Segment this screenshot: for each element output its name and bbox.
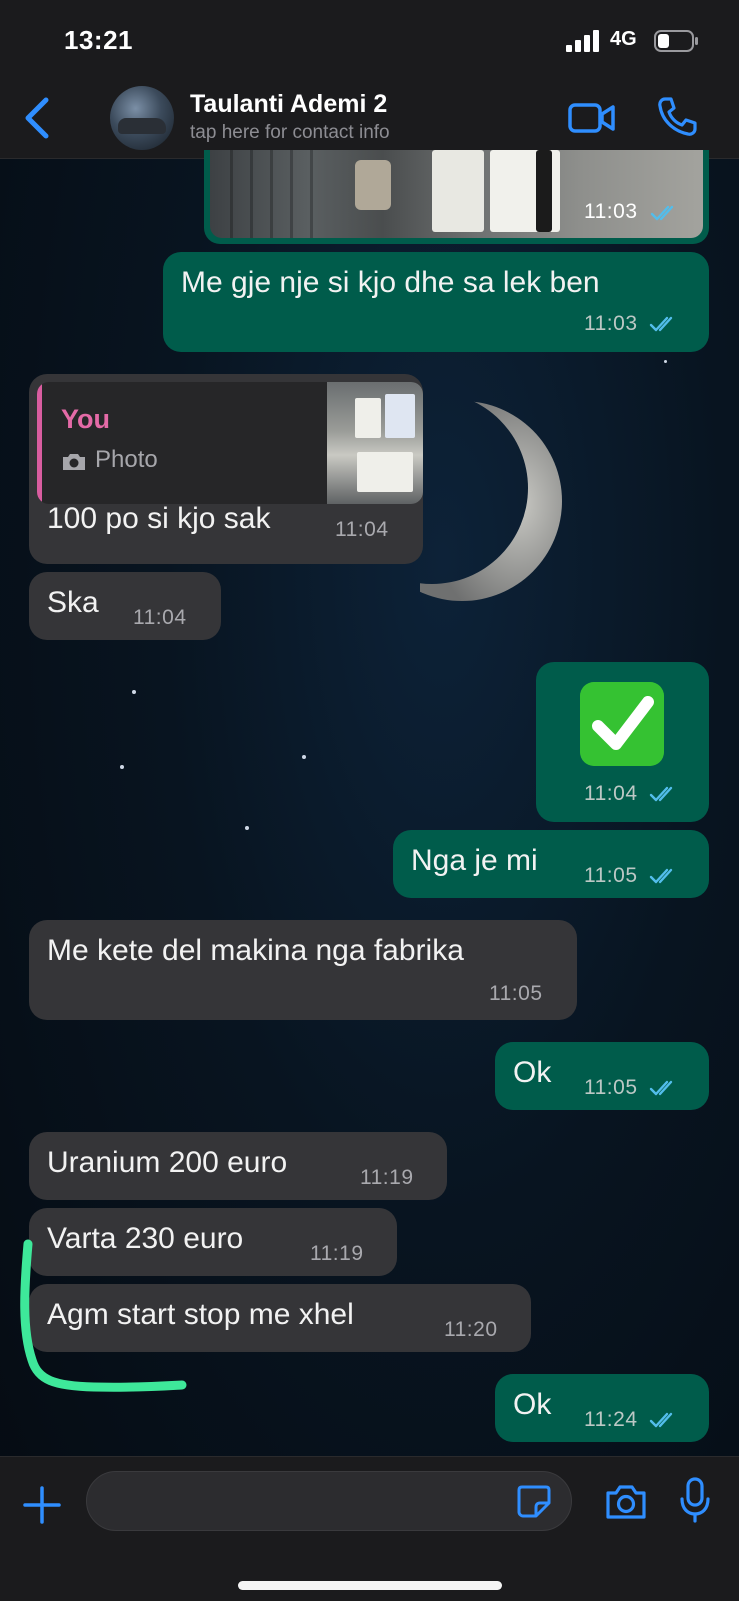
avatar[interactable] — [110, 86, 174, 150]
message-time: 11:05 — [584, 864, 638, 887]
message-bubble-incoming-reply[interactable]: You Photo 100 po si kjo sak 11:04 — [29, 374, 423, 564]
read-receipt-icon — [649, 1412, 673, 1428]
message-time: 11:03 — [584, 200, 638, 223]
message-input[interactable] — [86, 1471, 572, 1531]
chat-header: Taulanti Ademi 2 tap here for contact in… — [0, 80, 739, 159]
message-text: Me gje nje si kjo dhe sa lek ben — [181, 266, 600, 299]
home-indicator[interactable] — [238, 1581, 502, 1590]
message-bubble-incoming[interactable]: Ska 11:04 — [29, 572, 221, 640]
message-bubble-incoming[interactable]: Uranium 200 euro 11:19 — [29, 1132, 447, 1200]
network-type: 4G — [610, 28, 637, 50]
wallpaper-star — [664, 360, 667, 363]
signal-icon — [566, 30, 599, 52]
quoted-photo-thumbnail — [327, 382, 423, 504]
read-receipt-icon — [649, 868, 673, 884]
status-bar: 13:21 4G — [0, 0, 739, 80]
photo-message[interactable]: 11:03 — [204, 150, 709, 244]
message-time: 11:19 — [360, 1166, 414, 1189]
message-time: 11:20 — [444, 1318, 498, 1341]
read-receipt-icon — [649, 786, 673, 802]
message-text: Ska — [47, 586, 99, 619]
status-time: 13:21 — [64, 25, 133, 55]
message-text: Ok — [513, 1388, 552, 1421]
message-bubble-outgoing[interactable]: Ok 11:05 — [495, 1042, 709, 1110]
wallpaper-star — [132, 690, 136, 694]
quote-accent-bar — [37, 382, 42, 504]
wallpaper-star — [245, 826, 249, 830]
phone-icon[interactable] — [656, 96, 698, 138]
contact-info-hint[interactable]: tap here for contact info — [190, 122, 390, 144]
moon-illustration — [420, 398, 570, 608]
battery-photo[interactable] — [210, 150, 703, 238]
message-time: 11:05 — [584, 1076, 638, 1099]
message-text: Me kete del makina nga fabrika — [47, 934, 464, 967]
wallpaper-star — [120, 765, 124, 769]
message-bubble-outgoing[interactable]: Me gje nje si kjo dhe sa lek ben 11:03 — [163, 252, 709, 352]
wallpaper-star — [302, 755, 306, 759]
message-time: 11:04 — [133, 606, 187, 629]
microphone-icon[interactable] — [678, 1477, 712, 1523]
message-time: 11:24 — [584, 1408, 638, 1431]
message-bubble-outgoing-emoji[interactable]: 11:04 — [536, 662, 709, 822]
plus-icon[interactable] — [22, 1485, 62, 1525]
quoted-message[interactable]: You Photo — [37, 382, 423, 504]
quoted-type: Photo — [95, 446, 158, 473]
message-text: Uranium 200 euro — [47, 1146, 288, 1179]
message-input-bar — [0, 1456, 739, 1601]
read-receipt-icon — [649, 316, 673, 332]
message-bubble-outgoing[interactable]: Nga je mi 11:05 — [393, 830, 709, 898]
highlight-annotation — [20, 1239, 187, 1392]
check-mark-emoji-icon — [580, 682, 664, 766]
video-camera-icon[interactable] — [568, 100, 616, 136]
message-text: Nga je mi — [411, 844, 538, 877]
sticker-icon[interactable] — [516, 1483, 552, 1519]
message-text: Ok — [513, 1056, 552, 1089]
quoted-author: You — [61, 404, 110, 434]
read-receipt-icon — [649, 1080, 673, 1096]
message-time: 11:19 — [310, 1242, 364, 1265]
camera-icon[interactable] — [604, 1483, 648, 1521]
chevron-left-icon[interactable] — [20, 96, 54, 140]
message-time: 11:04 — [335, 518, 389, 541]
read-receipt-icon — [650, 205, 674, 221]
contact-name[interactable]: Taulanti Ademi 2 — [190, 90, 387, 119]
camera-icon — [63, 454, 85, 470]
message-time: 11:05 — [489, 982, 543, 1005]
message-time: 11:04 — [584, 782, 638, 805]
message-text: 100 po si kjo sak — [47, 502, 271, 535]
message-bubble-outgoing[interactable]: Ok 11:24 — [495, 1374, 709, 1442]
message-bubble-incoming[interactable]: Me kete del makina nga fabrika 11:05 — [29, 920, 577, 1020]
battery-icon — [654, 30, 698, 52]
message-time: 11:03 — [584, 312, 638, 335]
